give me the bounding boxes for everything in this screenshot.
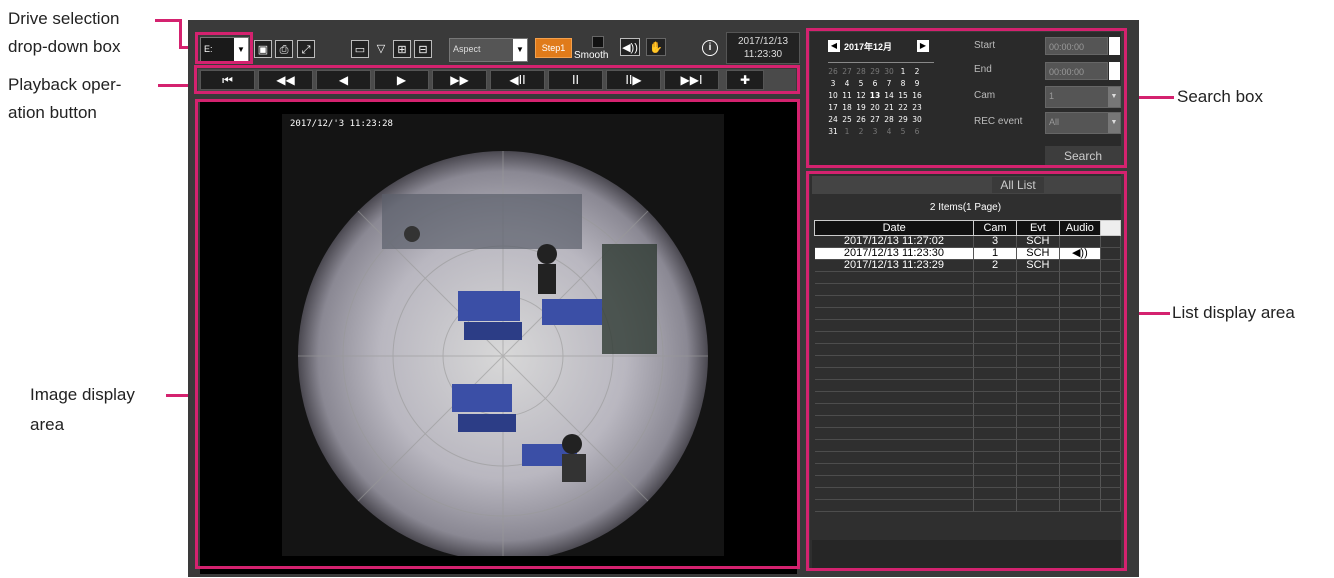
step-button[interactable]: Step1 <box>535 38 572 58</box>
aspect-label: Aspect <box>453 44 481 54</box>
quad-split-icon[interactable]: ⊞ <box>393 40 411 58</box>
callout-drive-line1: Drive selection <box>8 9 120 28</box>
fullscreen-icon[interactable]: ⤢ <box>297 40 315 58</box>
callout-image-line2: area <box>30 415 65 434</box>
leader-drive-h <box>155 19 182 22</box>
callout-search: Search box <box>1177 87 1263 106</box>
multi-split-icon[interactable]: ⊟ <box>414 40 432 58</box>
time-text: 11:23:30 <box>743 49 783 60</box>
smooth-label: Smooth <box>574 50 609 61</box>
date-text: 2017/12/13 <box>737 36 789 47</box>
callout-playback-line1: Playback oper- <box>8 75 122 94</box>
highlight-list-area <box>806 171 1127 571</box>
single-screen-icon[interactable]: ▭ <box>351 40 369 58</box>
info-icon[interactable]: i <box>702 40 718 56</box>
callout-list: List display area <box>1172 303 1295 322</box>
save-icon[interactable]: ▣ <box>254 40 272 58</box>
callout-image-line1: Image display <box>30 385 135 404</box>
highlight-drive-select <box>195 32 253 64</box>
callout-playback-line2: ation button <box>8 103 97 122</box>
datetime-display: 2017/12/13 11:23:30 <box>726 32 800 64</box>
chevron-down-icon[interactable]: ▼ <box>513 39 527 61</box>
fisheye-mode-icon[interactable]: ▽ <box>372 40 390 58</box>
audio-icon[interactable]: ◀)) <box>620 38 640 56</box>
aspect-select[interactable]: Aspect ▼ <box>449 38 528 62</box>
audio-mute-icon[interactable]: ✋ <box>646 38 666 56</box>
callout-drive-line2: drop-down box <box>8 37 121 56</box>
print-icon[interactable]: ⎙ <box>275 40 293 58</box>
smooth-toggle[interactable] <box>592 36 604 48</box>
leader-drive-v <box>179 19 182 49</box>
highlight-search-box <box>806 28 1127 168</box>
highlight-playback-row <box>194 65 800 94</box>
step-label: Step1 <box>541 43 566 53</box>
highlight-image-display <box>195 99 800 569</box>
